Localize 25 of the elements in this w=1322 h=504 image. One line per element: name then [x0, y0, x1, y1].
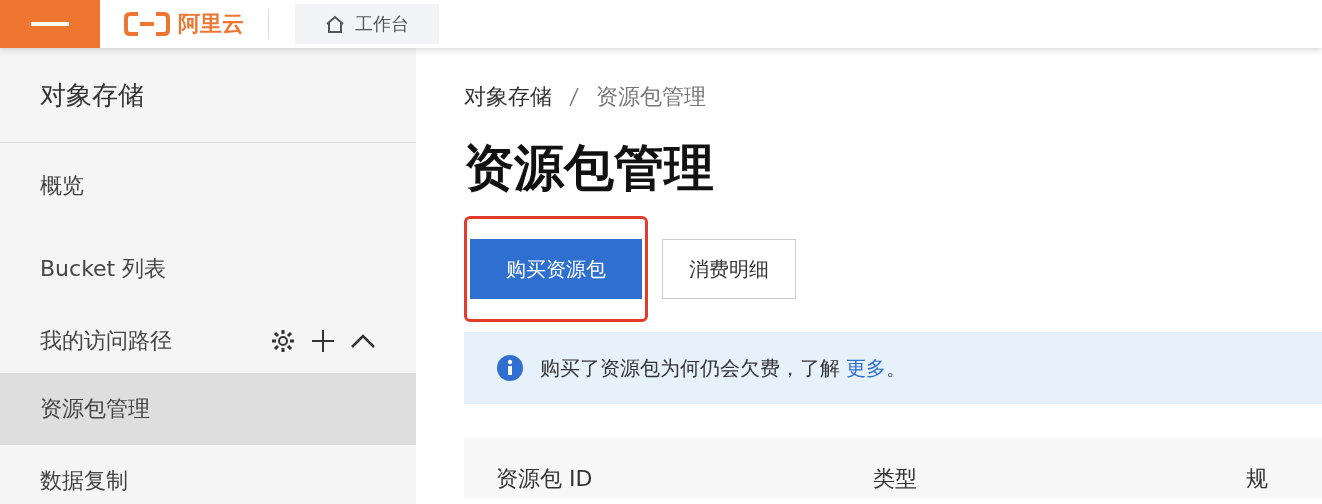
separator-icon	[568, 86, 580, 108]
menu-button[interactable]	[0, 0, 100, 48]
more-link[interactable]: 更多	[846, 355, 887, 380]
info-icon	[496, 354, 524, 382]
breadcrumb-item[interactable]: 对象存储	[464, 82, 552, 112]
column-header: 资源包 ID	[496, 466, 593, 491]
logo-icon	[124, 12, 170, 36]
sidebar-group-label: 我的访问路径	[40, 327, 172, 355]
sidebar-item[interactable]: 概览	[0, 143, 416, 229]
add-icon[interactable]	[310, 328, 336, 354]
workbench-tab[interactable]: 工作台	[295, 4, 439, 44]
buy-button[interactable]: 购买资源包	[470, 239, 642, 299]
details-button[interactable]: 消费明细	[662, 239, 796, 299]
home-icon	[325, 14, 345, 34]
page-title: 资源包管理	[464, 138, 715, 198]
column-header: 类型	[873, 466, 918, 491]
banner-text: 购买了资源包为何仍会欠费，了解 更多。	[540, 354, 907, 382]
sidebar-item[interactable]: 资源包管理	[0, 373, 416, 445]
sidebar-item[interactable]: Bucket 列表	[0, 229, 416, 309]
logo-text: 阿里云	[178, 10, 244, 38]
breadcrumb-item: 资源包管理	[596, 83, 706, 111]
column-header: 规	[1245, 466, 1268, 491]
settings-icon[interactable]	[270, 328, 296, 354]
sidebar-item[interactable]: 数据复制	[0, 445, 416, 504]
sidebar-title: 对象存储	[40, 78, 144, 112]
